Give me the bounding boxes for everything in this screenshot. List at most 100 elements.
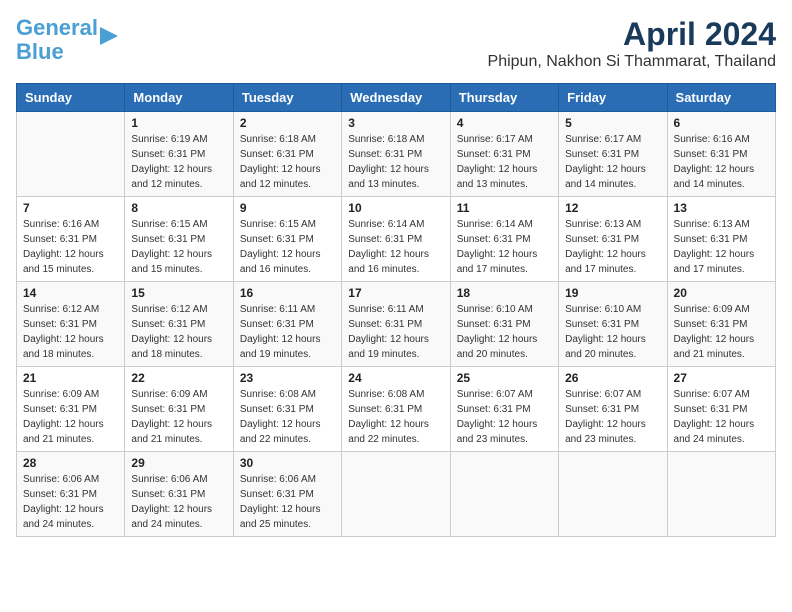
header-wednesday: Wednesday	[342, 84, 450, 112]
calendar-week-row: 1 Sunrise: 6:19 AMSunset: 6:31 PMDayligh…	[17, 112, 776, 197]
day-info: Sunrise: 6:07 AMSunset: 6:31 PMDaylight:…	[674, 387, 769, 447]
day-info: Sunrise: 6:16 AMSunset: 6:31 PMDaylight:…	[23, 217, 118, 277]
day-number: 6	[674, 116, 769, 130]
calendar-table: Sunday Monday Tuesday Wednesday Thursday…	[16, 83, 776, 537]
day-info: Sunrise: 6:06 AMSunset: 6:31 PMDaylight:…	[131, 472, 226, 532]
day-number: 3	[348, 116, 443, 130]
day-number: 19	[565, 286, 660, 300]
day-info: Sunrise: 6:08 AMSunset: 6:31 PMDaylight:…	[348, 387, 443, 447]
day-info: Sunrise: 6:13 AMSunset: 6:31 PMDaylight:…	[674, 217, 769, 277]
calendar-cell: 2 Sunrise: 6:18 AMSunset: 6:31 PMDayligh…	[233, 112, 341, 197]
title-block: April 2024 Phipun, Nakhon Si Thammarat, …	[488, 16, 776, 71]
calendar-cell	[17, 112, 125, 197]
logo: General Blue	[16, 16, 118, 64]
day-number: 29	[131, 456, 226, 470]
calendar-cell: 5 Sunrise: 6:17 AMSunset: 6:31 PMDayligh…	[559, 112, 667, 197]
calendar-week-row: 14 Sunrise: 6:12 AMSunset: 6:31 PMDaylig…	[17, 282, 776, 367]
day-info: Sunrise: 6:13 AMSunset: 6:31 PMDaylight:…	[565, 217, 660, 277]
header-sunday: Sunday	[17, 84, 125, 112]
calendar-cell: 9 Sunrise: 6:15 AMSunset: 6:31 PMDayligh…	[233, 197, 341, 282]
calendar-cell: 22 Sunrise: 6:09 AMSunset: 6:31 PMDaylig…	[125, 367, 233, 452]
day-number: 24	[348, 371, 443, 385]
calendar-cell: 16 Sunrise: 6:11 AMSunset: 6:31 PMDaylig…	[233, 282, 341, 367]
day-info: Sunrise: 6:12 AMSunset: 6:31 PMDaylight:…	[23, 302, 118, 362]
day-info: Sunrise: 6:15 AMSunset: 6:31 PMDaylight:…	[131, 217, 226, 277]
day-number: 25	[457, 371, 552, 385]
day-info: Sunrise: 6:06 AMSunset: 6:31 PMDaylight:…	[23, 472, 118, 532]
calendar-cell: 10 Sunrise: 6:14 AMSunset: 6:31 PMDaylig…	[342, 197, 450, 282]
day-info: Sunrise: 6:11 AMSunset: 6:31 PMDaylight:…	[240, 302, 335, 362]
day-number: 10	[348, 201, 443, 215]
calendar-cell: 3 Sunrise: 6:18 AMSunset: 6:31 PMDayligh…	[342, 112, 450, 197]
calendar-cell: 17 Sunrise: 6:11 AMSunset: 6:31 PMDaylig…	[342, 282, 450, 367]
day-number: 21	[23, 371, 118, 385]
day-number: 15	[131, 286, 226, 300]
calendar-header-row: Sunday Monday Tuesday Wednesday Thursday…	[17, 84, 776, 112]
day-info: Sunrise: 6:19 AMSunset: 6:31 PMDaylight:…	[131, 132, 226, 192]
day-number: 13	[674, 201, 769, 215]
calendar-cell: 6 Sunrise: 6:16 AMSunset: 6:31 PMDayligh…	[667, 112, 775, 197]
header-thursday: Thursday	[450, 84, 558, 112]
day-number: 17	[348, 286, 443, 300]
calendar-cell: 19 Sunrise: 6:10 AMSunset: 6:31 PMDaylig…	[559, 282, 667, 367]
calendar-cell: 20 Sunrise: 6:09 AMSunset: 6:31 PMDaylig…	[667, 282, 775, 367]
calendar-cell: 28 Sunrise: 6:06 AMSunset: 6:31 PMDaylig…	[17, 452, 125, 537]
day-number: 1	[131, 116, 226, 130]
day-number: 28	[23, 456, 118, 470]
day-info: Sunrise: 6:09 AMSunset: 6:31 PMDaylight:…	[131, 387, 226, 447]
day-number: 12	[565, 201, 660, 215]
logo-arrow-icon	[100, 27, 118, 45]
day-number: 26	[565, 371, 660, 385]
page-title: April 2024	[488, 16, 776, 53]
calendar-cell: 15 Sunrise: 6:12 AMSunset: 6:31 PMDaylig…	[125, 282, 233, 367]
day-number: 11	[457, 201, 552, 215]
page-header: General Blue April 2024 Phipun, Nakhon S…	[16, 16, 776, 71]
day-info: Sunrise: 6:14 AMSunset: 6:31 PMDaylight:…	[457, 217, 552, 277]
day-number: 4	[457, 116, 552, 130]
calendar-cell	[342, 452, 450, 537]
day-number: 30	[240, 456, 335, 470]
calendar-cell: 8 Sunrise: 6:15 AMSunset: 6:31 PMDayligh…	[125, 197, 233, 282]
day-info: Sunrise: 6:12 AMSunset: 6:31 PMDaylight:…	[131, 302, 226, 362]
day-info: Sunrise: 6:09 AMSunset: 6:31 PMDaylight:…	[674, 302, 769, 362]
day-number: 16	[240, 286, 335, 300]
calendar-week-row: 28 Sunrise: 6:06 AMSunset: 6:31 PMDaylig…	[17, 452, 776, 537]
calendar-cell: 1 Sunrise: 6:19 AMSunset: 6:31 PMDayligh…	[125, 112, 233, 197]
day-info: Sunrise: 6:18 AMSunset: 6:31 PMDaylight:…	[240, 132, 335, 192]
calendar-cell: 24 Sunrise: 6:08 AMSunset: 6:31 PMDaylig…	[342, 367, 450, 452]
header-monday: Monday	[125, 84, 233, 112]
day-number: 27	[674, 371, 769, 385]
day-number: 8	[131, 201, 226, 215]
day-number: 2	[240, 116, 335, 130]
calendar-cell: 18 Sunrise: 6:10 AMSunset: 6:31 PMDaylig…	[450, 282, 558, 367]
logo-text: General Blue	[16, 16, 98, 64]
day-info: Sunrise: 6:08 AMSunset: 6:31 PMDaylight:…	[240, 387, 335, 447]
day-info: Sunrise: 6:10 AMSunset: 6:31 PMDaylight:…	[565, 302, 660, 362]
calendar-cell: 29 Sunrise: 6:06 AMSunset: 6:31 PMDaylig…	[125, 452, 233, 537]
calendar-cell: 26 Sunrise: 6:07 AMSunset: 6:31 PMDaylig…	[559, 367, 667, 452]
day-info: Sunrise: 6:14 AMSunset: 6:31 PMDaylight:…	[348, 217, 443, 277]
day-info: Sunrise: 6:07 AMSunset: 6:31 PMDaylight:…	[565, 387, 660, 447]
day-number: 5	[565, 116, 660, 130]
day-number: 7	[23, 201, 118, 215]
day-info: Sunrise: 6:17 AMSunset: 6:31 PMDaylight:…	[565, 132, 660, 192]
day-info: Sunrise: 6:06 AMSunset: 6:31 PMDaylight:…	[240, 472, 335, 532]
calendar-cell: 30 Sunrise: 6:06 AMSunset: 6:31 PMDaylig…	[233, 452, 341, 537]
day-info: Sunrise: 6:07 AMSunset: 6:31 PMDaylight:…	[457, 387, 552, 447]
header-saturday: Saturday	[667, 84, 775, 112]
calendar-cell: 12 Sunrise: 6:13 AMSunset: 6:31 PMDaylig…	[559, 197, 667, 282]
day-info: Sunrise: 6:16 AMSunset: 6:31 PMDaylight:…	[674, 132, 769, 192]
calendar-cell: 13 Sunrise: 6:13 AMSunset: 6:31 PMDaylig…	[667, 197, 775, 282]
day-number: 14	[23, 286, 118, 300]
day-info: Sunrise: 6:18 AMSunset: 6:31 PMDaylight:…	[348, 132, 443, 192]
calendar-cell	[450, 452, 558, 537]
calendar-cell: 11 Sunrise: 6:14 AMSunset: 6:31 PMDaylig…	[450, 197, 558, 282]
calendar-cell: 14 Sunrise: 6:12 AMSunset: 6:31 PMDaylig…	[17, 282, 125, 367]
day-info: Sunrise: 6:15 AMSunset: 6:31 PMDaylight:…	[240, 217, 335, 277]
calendar-cell: 21 Sunrise: 6:09 AMSunset: 6:31 PMDaylig…	[17, 367, 125, 452]
calendar-cell	[559, 452, 667, 537]
day-number: 20	[674, 286, 769, 300]
header-tuesday: Tuesday	[233, 84, 341, 112]
calendar-cell	[667, 452, 775, 537]
day-number: 23	[240, 371, 335, 385]
